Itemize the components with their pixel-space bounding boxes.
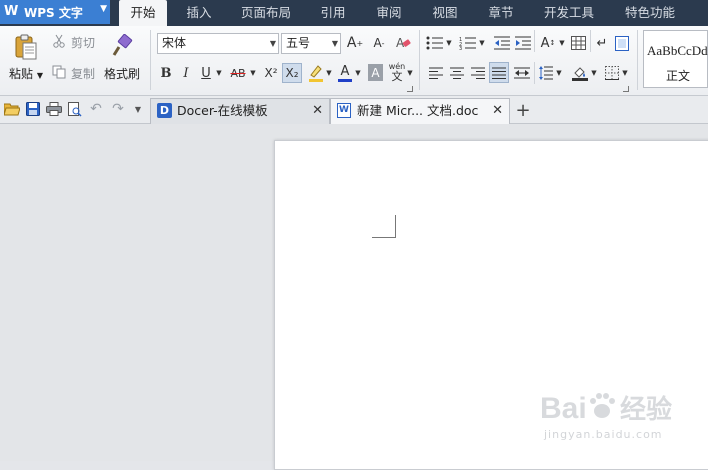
chevron-down-icon[interactable]: ▼ (445, 36, 453, 50)
print-preview-icon[interactable] (67, 101, 83, 117)
subscript-button[interactable]: X₂ (282, 63, 302, 83)
tab-insert[interactable]: 插入 (176, 0, 222, 26)
decrease-indent-icon[interactable] (494, 35, 510, 51)
tab-chapter[interactable]: 章节 (478, 0, 524, 26)
grow-font-icon[interactable]: A + (347, 35, 363, 51)
distributed-align-icon[interactable] (513, 64, 531, 82)
text-effect-icon[interactable]: A ↕ (538, 34, 558, 52)
align-left-icon[interactable] (428, 64, 444, 82)
tab-references[interactable]: 引用 (310, 0, 356, 26)
app-menu-button[interactable]: W WPS 文字 ▼ (0, 0, 110, 24)
style-gallery[interactable]: AaBbCcDd 正文 (643, 30, 708, 88)
shading-icon[interactable] (571, 64, 589, 82)
page-setup-icon[interactable] (614, 35, 630, 51)
chevron-down-icon[interactable]: ▼ (215, 66, 223, 80)
shrink-font-icon[interactable]: A- (371, 35, 387, 51)
doc-tab-label: 新建 Micr... 文档.doc (357, 103, 479, 118)
print-icon[interactable] (46, 101, 62, 117)
tab-home[interactable]: 开始 (119, 0, 167, 26)
title-bar: W WPS 文字 ▼ 开始 插入 页面布局 引用 审阅 视图 章节 开发工具 特… (0, 0, 708, 26)
increase-indent-icon[interactable] (515, 35, 531, 51)
chevron-down-icon[interactable]: ▼ (325, 66, 333, 80)
bullet-list-icon[interactable] (426, 35, 444, 51)
copy-button[interactable]: 复制 (71, 65, 95, 82)
copy-icon (52, 65, 66, 79)
tab-developer[interactable]: 开发工具 (534, 0, 604, 26)
bold-button[interactable]: B (158, 64, 174, 82)
doc-tab-docer[interactable]: D Docer-在线模板 ✕ (150, 98, 330, 124)
italic-button[interactable]: I (178, 64, 194, 82)
baidu-jingyan-watermark: Bai 经验 jingyan.baidu.com (540, 384, 705, 444)
tab-view[interactable]: 视图 (422, 0, 468, 26)
app-name: WPS 文字 (24, 5, 83, 20)
char-shading-button[interactable]: A (368, 64, 383, 81)
underline-button[interactable]: U (198, 64, 214, 82)
chevron-down-icon[interactable]: ▼ (406, 66, 414, 80)
scissors-icon (52, 34, 66, 48)
paragraph-mark-icon[interactable]: ↵ (594, 35, 610, 51)
tab-special[interactable]: 特色功能 (614, 0, 686, 26)
format-painter-button[interactable]: 格式刷 (104, 65, 140, 82)
tab-review[interactable]: 审阅 (366, 0, 412, 26)
close-icon[interactable]: ✕ (492, 99, 503, 123)
borders-icon[interactable] (604, 64, 620, 82)
new-tab-button[interactable]: + (514, 100, 532, 121)
chevron-down-icon[interactable]: ▼ (555, 66, 563, 80)
customize-qat-icon[interactable]: ▼ (132, 102, 144, 116)
chevron-down-icon[interactable]: ▼ (478, 36, 486, 50)
paste-button[interactable]: 粘贴 ▼ (9, 65, 43, 82)
wps-logo-icon: W (4, 4, 19, 19)
svg-text:3: 3 (459, 46, 462, 50)
table-icon[interactable] (570, 35, 586, 51)
svg-text:经验: 经验 (620, 394, 672, 425)
superscript-button[interactable]: X² (262, 64, 280, 82)
cut-button[interactable]: 剪切 (71, 34, 95, 51)
watermark-url: jingyan.baidu.com (544, 428, 663, 441)
tab-page-layout[interactable]: 页面布局 (232, 0, 300, 26)
doc-tab-label: Docer-在线模板 (177, 103, 268, 118)
open-folder-icon[interactable] (4, 101, 20, 117)
svg-text:Bai: Bai (540, 392, 587, 425)
align-center-icon[interactable] (449, 64, 465, 82)
style-preview: AaBbCcDd (647, 43, 708, 58)
line-spacing-icon[interactable] (538, 64, 554, 82)
font-size-select[interactable]: 五号 ▼ (281, 33, 341, 54)
align-right-icon[interactable] (470, 64, 486, 82)
format-painter-icon[interactable] (110, 33, 134, 59)
quick-access-toolbar: ↶ ↷ ▼ D Docer-在线模板 ✕ W 新建 Micr... 文档.doc… (0, 96, 708, 124)
paragraph-dialog-launcher[interactable] (623, 86, 629, 92)
strikethrough-button[interactable]: AB (227, 64, 249, 82)
paste-icon[interactable] (12, 32, 40, 62)
phonetic-guide-button[interactable]: wén 文 (388, 60, 406, 84)
font-dialog-launcher[interactable] (407, 86, 413, 92)
chevron-down-icon[interactable]: ▼ (590, 66, 598, 80)
highlight-icon[interactable] (308, 63, 324, 83)
ribbon-home: 粘贴 ▼ 剪切 复制 格式刷 宋体 ▼ 五号 ▼ A + A- A B I U ▼ A… (0, 26, 708, 96)
chevron-down-icon[interactable]: ▼ (354, 66, 362, 80)
chevron-down-icon[interactable]: ▼ (249, 66, 257, 80)
close-icon[interactable]: ✕ (312, 99, 323, 123)
margin-corner-mark (395, 215, 396, 237)
save-icon[interactable] (25, 101, 41, 117)
docer-icon: D (157, 103, 172, 118)
undo-icon[interactable]: ↶ (88, 101, 104, 117)
redo-icon[interactable]: ↷ (110, 101, 126, 117)
word-doc-icon: W (337, 103, 351, 118)
chevron-down-icon[interactable]: ▼ (558, 36, 566, 50)
font-color-button[interactable]: A (337, 62, 353, 84)
doc-tab-active[interactable]: W 新建 Micr... 文档.doc ✕ (330, 98, 510, 124)
chevron-down-icon: ▼ (100, 4, 107, 14)
margin-corner-mark (372, 237, 396, 238)
justify-icon[interactable] (489, 62, 509, 83)
style-normal[interactable]: 正文 (666, 67, 690, 84)
chevron-down-icon[interactable]: ▼ (621, 66, 629, 80)
numbered-list-icon[interactable]: 123 (459, 35, 477, 51)
clear-format-icon[interactable]: A (395, 35, 411, 51)
font-family-select[interactable]: 宋体 ▼ (157, 33, 279, 54)
